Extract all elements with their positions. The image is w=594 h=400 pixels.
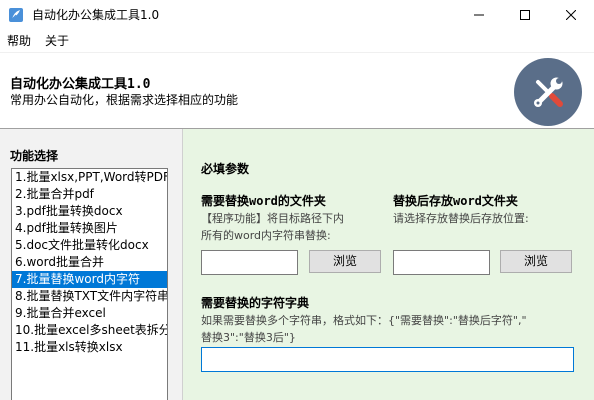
window-title: 自动化办公集成工具1.0 <box>32 8 160 22</box>
close-icon <box>566 10 576 20</box>
function-list-item[interactable]: 3.pdf批量转换docx <box>12 203 167 220</box>
function-list-item[interactable]: 1.批量xlsx,PPT,Word转PDF <box>12 169 167 186</box>
function-list-item[interactable]: 10.批量excel多sheet表拆分 <box>12 322 167 339</box>
function-list-item[interactable]: 6.word批量合并 <box>12 254 167 271</box>
menu-about[interactable]: 关于 <box>45 33 69 49</box>
function-list[interactable]: 1.批量xlsx,PPT,Word转PDF 2.批量合并pdf 3.pdf批量转换d… <box>11 168 168 400</box>
minimize-button[interactable] <box>456 0 502 30</box>
menu-bar: 帮助 关于 <box>0 30 594 52</box>
function-list-item[interactable]: 8.批量替换TXT文件内字符串 <box>12 288 167 305</box>
maximize-button[interactable] <box>502 0 548 30</box>
required-params-title: 必填参数 <box>201 162 250 176</box>
dict-input[interactable] <box>201 347 574 372</box>
target-folder-title: 替换后存放word文件夹 <box>393 194 518 208</box>
header-subtitle: 常用办公自动化，根据需求选择相应的功能 <box>10 93 239 107</box>
source-folder-desc-1: 【程序功能】将目标路径下内 <box>201 212 344 225</box>
dict-title: 需要替换的字符字典 <box>201 296 310 310</box>
source-folder-input[interactable] <box>201 250 298 275</box>
menu-help[interactable]: 帮助 <box>7 33 31 49</box>
title-bar: 自动化办公集成工具1.0 <box>0 0 594 30</box>
function-panel-title: 功能选择 <box>10 149 59 163</box>
header-banner: 自动化办公集成工具1.0 常用办公自动化，根据需求选择相应的功能 <box>0 52 594 128</box>
target-folder-input[interactable] <box>393 250 490 275</box>
parameters-panel: 必填参数 需要替换word的文件夹 【程序功能】将目标路径下内 所有的word内… <box>183 129 594 400</box>
close-button[interactable] <box>548 0 594 30</box>
function-panel: 功能选择 1.批量xlsx,PPT,Word转PDF 2.批量合并pdf 3.pdf… <box>0 129 183 400</box>
function-list-item[interactable]: 7.批量替换word内字符 <box>12 271 167 288</box>
target-folder-desc: 请选择存放替换后存放位置: <box>393 212 529 225</box>
source-folder-title: 需要替换word的文件夹 <box>201 194 326 208</box>
maximize-icon <box>520 10 530 20</box>
function-list-item[interactable]: 2.批量合并pdf <box>12 186 167 203</box>
source-browse-button[interactable]: 浏览 <box>309 250 381 273</box>
dict-desc-1: 如果需要替换多个字符串，格式如下：{"需要替换":"替换后字符"," <box>201 314 527 327</box>
function-list-item[interactable]: 5.doc文件批量转化docx <box>12 237 167 254</box>
function-list-item[interactable]: 9.批量合并excel <box>12 305 167 322</box>
dict-desc-2: 替换3":"替换3后"} <box>201 331 296 344</box>
header-title: 自动化办公集成工具1.0 <box>10 77 151 92</box>
function-list-item[interactable]: 11.批量xls转换xlsx <box>12 339 167 356</box>
tools-icon <box>514 58 582 126</box>
function-list-item[interactable]: 4.pdf批量转换图片 <box>12 220 167 237</box>
target-browse-button[interactable]: 浏览 <box>500 250 572 273</box>
feather-icon <box>8 7 24 23</box>
source-folder-desc-2: 所有的word内字符串替换: <box>201 229 331 242</box>
minimize-icon <box>474 14 484 16</box>
